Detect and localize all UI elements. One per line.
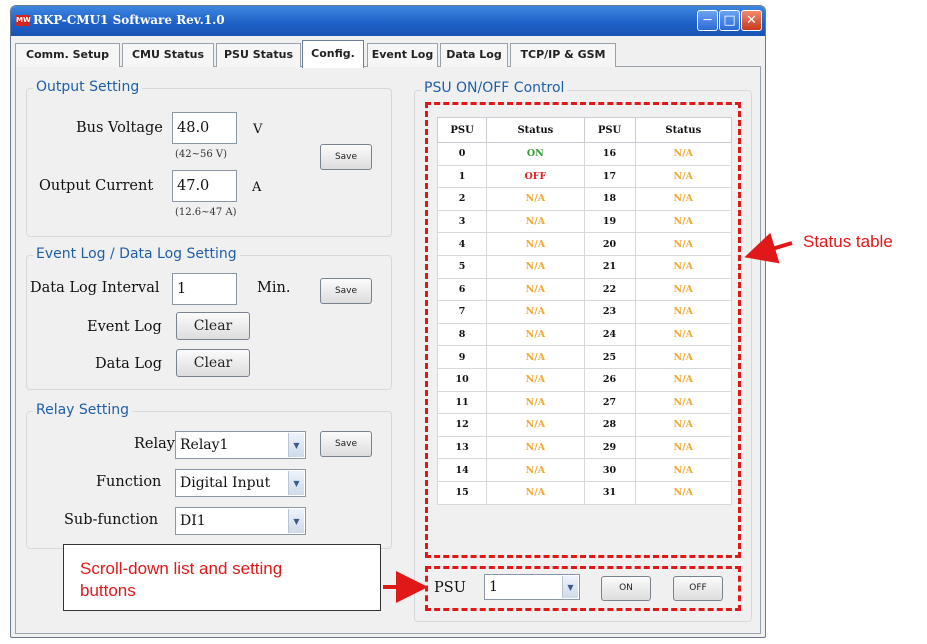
- tab-comm-setup[interactable]: Comm. Setup: [15, 43, 120, 67]
- status-table-annotation: Status table: [803, 232, 893, 251]
- log-save-button[interactable]: Save: [320, 278, 372, 304]
- scroll-down-annotation-box: Scroll-down list and setting buttons: [63, 544, 381, 611]
- data-log-interval-label: Data Log Interval: [30, 280, 160, 296]
- subfunction-label: Sub-function: [64, 512, 159, 528]
- psu-controls-highlight: [425, 566, 741, 611]
- close-icon: ✕: [746, 13, 757, 28]
- scroll-down-annotation-line2: buttons: [80, 581, 136, 600]
- scroll-down-annotation-line1: Scroll-down list and setting: [80, 559, 283, 578]
- app-logo-icon: MW: [16, 15, 31, 26]
- window-title: RKP-CMU1 Software Rev.1.0: [33, 13, 225, 27]
- maximize-icon: □: [723, 13, 736, 28]
- data-log-interval-unit: Min.: [257, 280, 291, 296]
- output-setting-title: Output Setting: [33, 79, 143, 95]
- relay-select[interactable]: Relay1 ▼: [175, 431, 306, 459]
- title-bar[interactable]: MW RKP-CMU1 Software Rev.1.0 ─ □ ✕: [11, 6, 765, 36]
- relay-setting-title: Relay Setting: [33, 402, 133, 418]
- tab-tcpip-gsm[interactable]: TCP/IP & GSM: [510, 43, 616, 67]
- function-select[interactable]: Digital Input ▼: [175, 469, 306, 497]
- bus-voltage-unit: V: [253, 122, 263, 137]
- chevron-down-icon[interactable]: ▼: [288, 509, 304, 533]
- relay-select-value: Relay1: [180, 437, 229, 453]
- tab-event-log[interactable]: Event Log: [367, 43, 438, 67]
- data-log-clear-button[interactable]: Clear: [176, 349, 250, 377]
- subfunction-select[interactable]: DI1 ▼: [175, 507, 306, 535]
- output-current-unit: A: [252, 180, 262, 195]
- data-log-label: Data Log: [95, 356, 162, 372]
- event-log-label: Event Log: [87, 319, 162, 335]
- close-button[interactable]: ✕: [741, 10, 762, 31]
- minimize-button[interactable]: ─: [697, 10, 718, 31]
- subfunction-select-value: DI1: [180, 513, 206, 529]
- data-log-interval-input[interactable]: 1: [172, 273, 237, 305]
- status-table-highlight: [425, 102, 741, 558]
- tab-psu-status[interactable]: PSU Status: [216, 43, 301, 67]
- chevron-down-icon[interactable]: ▼: [288, 433, 304, 457]
- function-select-value: Digital Input: [180, 475, 271, 491]
- event-log-clear-button[interactable]: Clear: [176, 312, 250, 340]
- relay-save-button[interactable]: Save: [320, 431, 372, 457]
- tab-data-log[interactable]: Data Log: [440, 43, 508, 67]
- tab-cmu-status[interactable]: CMU Status: [122, 43, 214, 67]
- psu-control-title: PSU ON/OFF Control: [421, 80, 568, 96]
- bus-voltage-input[interactable]: 48.0: [172, 112, 237, 144]
- minimize-icon: ─: [703, 13, 712, 28]
- function-label: Function: [96, 474, 162, 490]
- output-save-button[interactable]: Save: [320, 144, 372, 170]
- maximize-button[interactable]: □: [719, 10, 740, 31]
- chevron-down-icon[interactable]: ▼: [288, 471, 304, 495]
- output-current-label: Output Current: [39, 178, 154, 194]
- tab-config[interactable]: Config.: [302, 40, 364, 68]
- relay-label: Relay: [134, 436, 175, 452]
- output-current-input[interactable]: 47.0: [172, 170, 237, 202]
- bus-voltage-range: (42~56 V): [175, 149, 228, 160]
- output-current-range: (12.6~47 A): [175, 207, 237, 218]
- log-setting-title: Event Log / Data Log Setting: [33, 246, 240, 262]
- bus-voltage-label: Bus Voltage: [76, 120, 163, 136]
